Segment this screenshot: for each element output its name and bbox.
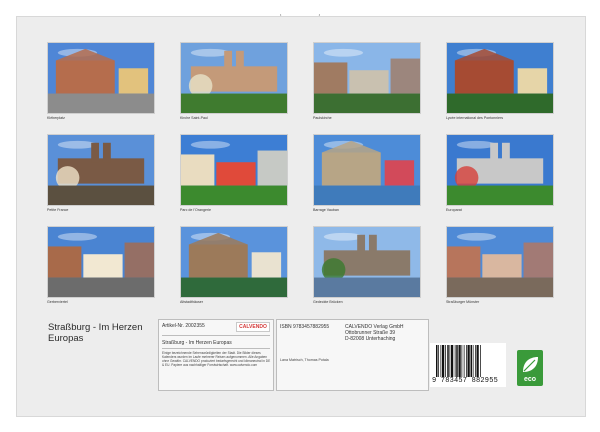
barcode-bar — [467, 345, 470, 377]
barcode-bar — [472, 345, 474, 377]
calendar-photo — [180, 42, 288, 114]
calendar-photo — [446, 134, 554, 206]
photo-image — [314, 227, 420, 297]
photo-image — [447, 43, 553, 113]
barcode-number: 9 783457 882955 — [432, 377, 499, 385]
calendar-photo — [180, 134, 288, 206]
calendar-photo — [313, 42, 421, 114]
photo-image — [314, 135, 420, 205]
photo-caption: Altstadthäuser — [180, 300, 203, 304]
calendar-photo — [47, 226, 155, 298]
product-subtitle: Straßburg - Im Herzen Europas — [162, 340, 232, 346]
photo-caption: Petite France — [47, 208, 69, 212]
photo-image — [447, 227, 553, 297]
photo-image — [181, 135, 287, 205]
barcode-bar — [445, 345, 446, 377]
barcode-bar — [447, 345, 449, 377]
photo-image — [48, 227, 154, 297]
photo-caption: Gedeckte Brücken — [313, 300, 343, 304]
divider — [162, 335, 270, 336]
barcode-bar — [436, 345, 438, 377]
isbn: ISBN 9783457882955 — [280, 324, 330, 330]
photo-caption: Kirche Saint-Paul — [180, 116, 208, 120]
barcode-bar — [475, 345, 476, 377]
photo-caption: Kléberplatz — [47, 116, 65, 120]
photo-caption: Europarat — [446, 208, 462, 212]
barcode-bar — [463, 345, 465, 377]
calvendo-logo: CALVENDO — [236, 322, 270, 332]
barcode-bar — [466, 345, 467, 377]
publisher-info-box: ISBN 9783457882955 CALVENDO Verlag GmbH … — [276, 319, 429, 391]
ean-barcode: 9 783457 882955 — [430, 343, 506, 387]
calendar-photo — [47, 134, 155, 206]
title-line-2: Europas — [48, 333, 84, 344]
product-description: Einige bezeichnende Sehenswürdigkeiten d… — [162, 351, 271, 367]
calendar-photo — [180, 226, 288, 298]
publisher-city: D-82008 Unterhaching — [345, 336, 396, 342]
photographer-credit: Lana Matrisch, Thomas Potala — [280, 358, 329, 362]
photo-image — [447, 135, 553, 205]
photo-caption: Parc de l’Orangerie — [180, 208, 211, 212]
divider — [162, 348, 270, 349]
barcode-bar — [458, 345, 461, 377]
publisher-address: CALVENDO Verlag GmbH Ottobrunner Straße … — [345, 324, 404, 342]
barcode-bar — [476, 345, 479, 377]
photo-image — [48, 135, 154, 205]
photo-caption: Barrage Vauban — [313, 208, 339, 212]
barcode-bar — [456, 345, 458, 377]
photo-caption: Paulskirche — [313, 116, 332, 120]
barcode-bar — [442, 345, 445, 377]
barcode-bar — [454, 345, 456, 377]
barcode-bar — [480, 345, 481, 377]
barcode-bar — [451, 345, 454, 377]
photo-image — [314, 43, 420, 113]
calendar-title: Straßburg - Im Herzen Europas — [48, 322, 158, 344]
calendar-photo — [313, 226, 421, 298]
title-line-1: Straßburg - Im Herzen — [48, 322, 143, 333]
leaf-icon — [523, 357, 538, 372]
barcode-bar — [470, 345, 472, 377]
calendar-photo — [47, 42, 155, 114]
barcode-bar — [440, 345, 442, 377]
barcode-bar — [449, 345, 451, 377]
photo-caption: Gerberviertel — [47, 300, 68, 304]
photo-caption: Lycée international des Pontonniers — [446, 116, 504, 120]
photo-image — [48, 43, 154, 113]
product-info-box: Artikel-Nr. 2002355 CALVENDO Straßburg -… — [158, 319, 274, 391]
eco-badge: eco — [517, 350, 543, 386]
barcode-bar — [461, 345, 463, 377]
eco-label: eco — [523, 376, 537, 383]
article-number: Artikel-Nr. 2002355 — [162, 323, 205, 329]
barcode-bars — [436, 345, 481, 377]
photo-caption: Straßburger Münster — [446, 300, 480, 304]
calendar-photo — [313, 134, 421, 206]
barcode-bar — [438, 345, 439, 377]
calendar-photo — [446, 226, 554, 298]
calendar-photo — [446, 42, 554, 114]
photo-image — [181, 43, 287, 113]
photo-image — [181, 227, 287, 297]
